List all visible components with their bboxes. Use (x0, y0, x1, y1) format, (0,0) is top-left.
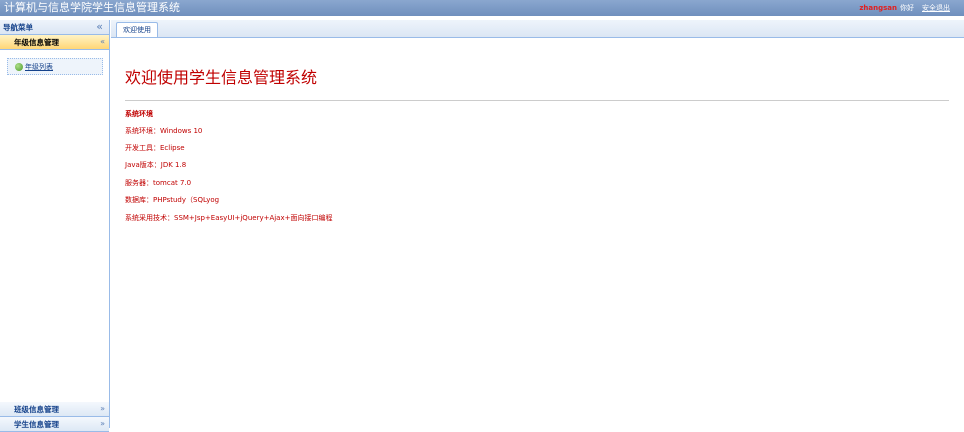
app-title: 计算机与信息学院学生信息管理系统 (4, 1, 180, 14)
section-grade-management[interactable]: 年级信息管理 « (0, 35, 109, 50)
section-label: 年级信息管理 (14, 38, 59, 47)
main-panel: 欢迎使用 欢迎使用学生信息管理系统 系统环境 系统环境：Windows 10 开… (111, 20, 964, 428)
sidebar: 导航菜单 « 年级信息管理 « 年级列表 班级信息管理 » 学生信息管理 » (0, 20, 110, 432)
sidebar-item-label: 年级列表 (25, 63, 53, 71)
env-line: 开发工具：Eclipse (125, 144, 185, 152)
section-class-management[interactable]: 班级信息管理 » (0, 402, 109, 417)
greeting: 你好 (900, 4, 914, 12)
welcome-heading: 欢迎使用学生信息管理系统 (125, 68, 318, 87)
chevron-up-icon: « (100, 37, 105, 46)
section-body: 年级列表 (0, 50, 109, 402)
env-line: 服务器：tomcat 7.0 (125, 179, 192, 187)
globe-icon (15, 63, 23, 71)
tab-content: 欢迎使用学生信息管理系统 系统环境 系统环境：Windows 10 开发工具：E… (111, 38, 964, 428)
sidebar-item-grade-list[interactable]: 年级列表 (7, 58, 103, 75)
top-banner: 计算机与信息学院学生信息管理系统 zhangsan 你好 安全退出 (0, 0, 964, 16)
env-line: 系统采用技术：SSM+Jsp+EasyUI+jQuery+Ajax+面向接口编程 (125, 214, 333, 222)
collapse-icon[interactable]: « (96, 20, 103, 33)
env-line: 系统环境：Windows 10 (125, 127, 203, 135)
chevron-down-icon: » (100, 419, 105, 428)
sidebar-title: 导航菜单 (3, 23, 33, 32)
env-line: 数据库：PHPstudy（SQLyog (125, 196, 220, 204)
divider (125, 100, 949, 101)
user-box: zhangsan 你好 安全退出 (859, 3, 950, 13)
section-student-management[interactable]: 学生信息管理 » (0, 417, 109, 432)
sidebar-header: 导航菜单 « (0, 20, 109, 35)
chevron-down-icon: » (100, 404, 105, 413)
username: zhangsan (859, 4, 897, 12)
section-label: 学生信息管理 (14, 420, 59, 429)
tab-welcome[interactable]: 欢迎使用 (116, 22, 158, 37)
section-label: 班级信息管理 (14, 405, 59, 414)
env-title: 系统环境 (125, 110, 153, 118)
env-line: Java版本：JDK 1.8 (125, 161, 187, 169)
logout-link[interactable]: 安全退出 (922, 4, 950, 12)
tab-strip: 欢迎使用 (111, 20, 964, 38)
